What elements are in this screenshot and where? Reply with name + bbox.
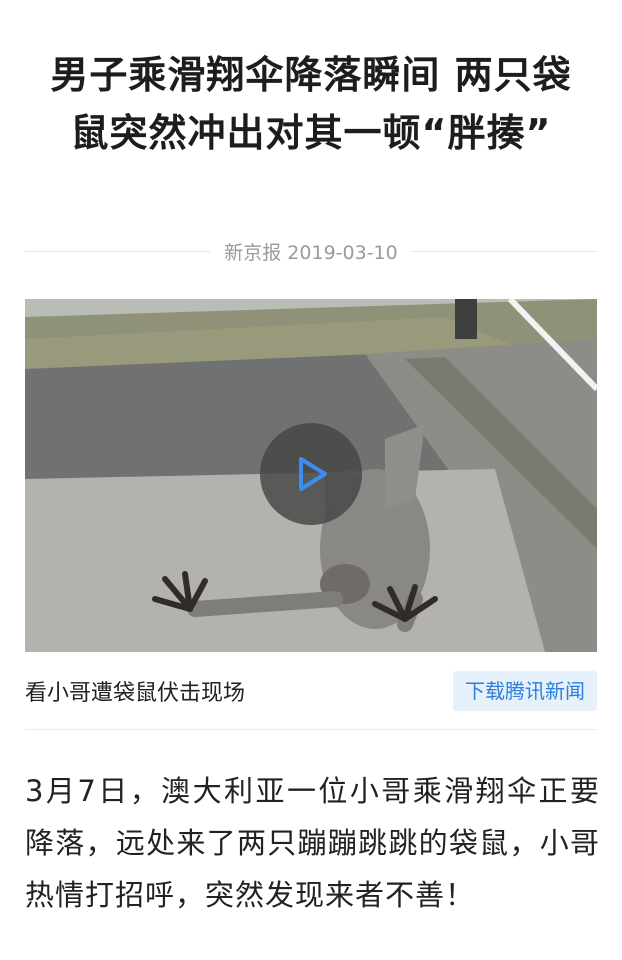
article-meta: 新京报 2019-03-10 — [25, 236, 597, 266]
video-caption-row: 看小哥遭袋鼠伏击现场 下载腾讯新闻 — [25, 664, 597, 718]
video-caption: 看小哥遭袋鼠伏击现场 — [25, 681, 246, 706]
video-player[interactable] — [25, 299, 597, 652]
download-app-button[interactable]: 下载腾讯新闻 — [453, 671, 597, 711]
meta-divider-left — [25, 250, 211, 252]
meta-divider-right — [411, 250, 597, 252]
play-button[interactable] — [260, 423, 362, 525]
section-divider — [25, 729, 597, 730]
article-title: 男子乘滑翔伞降落瞬间 两只袋鼠突然冲出对其一顿“胖揍” — [50, 53, 572, 155]
source-date: 新京报 2019-03-10 — [224, 241, 398, 264]
play-icon — [299, 457, 327, 491]
watermark-logo — [497, 889, 608, 940]
